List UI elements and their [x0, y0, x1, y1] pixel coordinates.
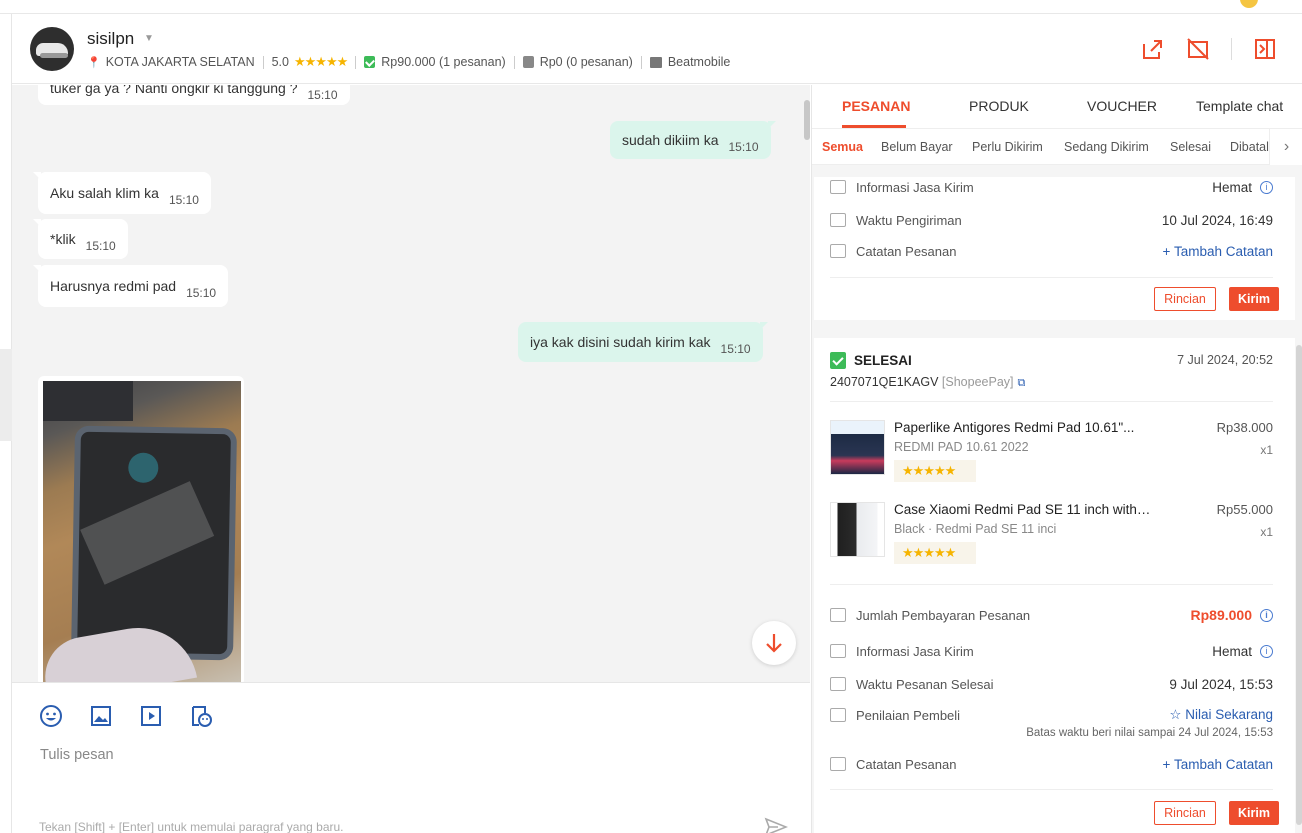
message-incoming: tuker ga ya ? Nanti ongkir ki tanggung ?… [38, 85, 350, 105]
collapse-handle[interactable] [0, 349, 12, 441]
order-date: 7 Jul 2024, 20:52 [1177, 353, 1273, 367]
shipping-info-row: Informasi Jasa Kirim Hemat i [830, 177, 1273, 197]
delivery-time-row: Waktu Pengiriman 10 Jul 2024, 16:49 [830, 210, 1273, 230]
add-note-link[interactable]: + Tambah Catatan [1163, 244, 1273, 259]
order-note-row: Catatan Pesanan + Tambah Catatan [830, 241, 1273, 261]
image-icon[interactable] [88, 703, 114, 729]
info-icon[interactable]: i [1260, 608, 1273, 622]
send-icon[interactable] [764, 817, 788, 833]
shop-name: Beatmobile [667, 55, 731, 69]
location-pin-icon: 📍 [87, 56, 101, 69]
external-link-icon[interactable]: ⧉ [1018, 377, 1026, 389]
info-icon[interactable]: i [1260, 644, 1273, 658]
paid-orders-amount: Rp90.000 [381, 55, 436, 69]
panel-tabs: PESANAN PRODUK VOUCHER Template chat [812, 85, 1302, 129]
calendar-icon [830, 677, 846, 691]
total-payment-row: Jumlah Pembayaran Pesanan Rp89.000 i [830, 605, 1273, 625]
notification-dot [1240, 0, 1258, 8]
product-rating-stars: ★★★★★ [894, 542, 976, 564]
share-icon[interactable] [1139, 36, 1165, 62]
unpaid-orders-amount: Rp0 [539, 55, 563, 69]
active-tab-indicator [842, 125, 906, 128]
chat-messages[interactable]: tuker ga ya ? Nanti ongkir ki tanggung ?… [12, 85, 810, 682]
send-order-button[interactable]: Kirim [1229, 287, 1279, 311]
image-message[interactable] [38, 376, 244, 682]
video-icon[interactable] [138, 703, 164, 729]
store-icon [649, 56, 662, 68]
message-input[interactable]: Tulis pesan [40, 747, 114, 763]
order-status: SELESAI [830, 352, 912, 369]
product-rating-stars: ★★★★★ [894, 460, 976, 482]
subtab-semua[interactable]: Semua [822, 140, 863, 154]
arrow-down-icon [766, 634, 782, 653]
buyer-review-row: Penilaian Pembeli ☆ Nilai Sekarang [830, 705, 1273, 725]
panel-scrollbar[interactable] [1296, 345, 1302, 825]
tab-template-chat[interactable]: Template chat [1196, 98, 1283, 114]
truck-icon [830, 644, 846, 658]
block-user-icon[interactable] [1185, 36, 1211, 62]
order-panel: PESANAN PRODUK VOUCHER Template chat Sem… [811, 85, 1302, 833]
buyer-username[interactable]: sisilpn [87, 29, 134, 49]
rate-now-link[interactable]: ☆ Nilai Sekarang [1169, 707, 1273, 723]
message-incoming: Aku salah klim ka 15:10 [33, 172, 211, 214]
toggle-panel-icon[interactable] [1252, 36, 1278, 62]
truck-icon [830, 180, 846, 194]
sticker-order-icon[interactable] [188, 703, 214, 729]
order-product[interactable]: Case Xiaomi Redmi Pad SE 11 inch with Sm… [830, 502, 1273, 572]
add-note-link[interactable]: + Tambah Catatan [1163, 757, 1273, 772]
buyer-rating: 5.0 [271, 55, 289, 69]
tab-voucher[interactable]: VOUCHER [1087, 98, 1157, 114]
order-card: SELESAI 7 Jul 2024, 20:52 2407071QE1KAGV… [814, 338, 1295, 833]
subtab-selesai[interactable]: Selesai [1170, 140, 1211, 154]
order-note-row: Catatan Pesanan + Tambah Catatan [830, 754, 1273, 774]
order-filter-tabs: Semua Belum Bayar Perlu Dikirim Sedang D… [812, 129, 1302, 165]
product-thumbnail [830, 420, 885, 475]
chat-scrollbar[interactable] [804, 100, 810, 140]
info-icon[interactable]: i [1260, 180, 1273, 194]
window-top-strip [0, 0, 1302, 14]
message-incoming: Harusnya redmi pad 15:10 [32, 265, 229, 307]
review-icon [830, 708, 846, 722]
message-incoming: *klik 15:10 [33, 219, 128, 259]
detail-button[interactable]: Rincian [1154, 287, 1216, 311]
composer-hint: Tekan [Shift] + [Enter] untuk memulai pa… [39, 820, 344, 833]
completed-time-row: Waktu Pesanan Selesai 9 Jul 2024, 15:53 [830, 674, 1273, 694]
paid-orders-count: (1 pesanan) [438, 55, 506, 69]
message-outgoing: iya kak disini sudah kirim kak 15:10 [518, 322, 768, 362]
buyer-location: KOTA JAKARTA SELATAN [105, 55, 255, 69]
emoji-icon[interactable] [38, 703, 64, 729]
left-edge-bar [0, 14, 12, 833]
subtab-perlu-dikirim[interactable]: Perlu Dikirim [972, 140, 1043, 154]
tab-pesanan[interactable]: PESANAN [842, 98, 910, 114]
avatar[interactable] [30, 27, 74, 71]
buyer-meta: 📍 KOTA JAKARTA SELATAN 5.0 ★★★★★ Rp90.00… [87, 54, 730, 70]
note-icon [830, 244, 846, 258]
message-outgoing: sudah dikiim ka 15:10 [610, 121, 776, 159]
product-thumbnail [830, 502, 885, 557]
payment-icon [830, 608, 846, 622]
paid-orders-icon [364, 56, 376, 68]
order-card: Informasi Jasa Kirim Hemat i Waktu Pengir… [814, 177, 1295, 320]
unpaid-orders-icon [522, 56, 534, 68]
subtab-sedang-dikirim[interactable]: Sedang Dikirim [1064, 140, 1149, 154]
completed-check-icon [830, 352, 846, 369]
detail-button[interactable]: Rincian [1154, 801, 1216, 825]
note-icon [830, 757, 846, 771]
tab-produk[interactable]: PRODUK [969, 98, 1029, 114]
chat-header: sisilpn ▼ 📍 KOTA JAKARTA SELATAN 5.0 ★★★… [12, 14, 1302, 84]
order-product[interactable]: Paperlike Antigores Redmi Pad 10.61"... … [830, 420, 1273, 490]
send-order-button[interactable]: Kirim [1229, 801, 1279, 825]
delivery-truck-icon [830, 213, 846, 227]
product-photo[interactable] [43, 381, 241, 682]
chevron-down-icon[interactable]: ▼ [144, 33, 154, 44]
message-composer: Tulis pesan Tekan [Shift] + [Enter] untu… [12, 682, 810, 833]
review-deadline: Batas waktu beri nilai sampai 24 Jul 202… [1026, 727, 1273, 739]
unpaid-orders-count: (0 pesanan) [566, 55, 633, 69]
rating-stars: ★★★★★ [293, 54, 348, 69]
shipping-info-row: Informasi Jasa Kirim Hemat i [830, 641, 1273, 661]
chevron-right-icon[interactable]: › [1269, 129, 1302, 165]
order-id: 2407071QE1KAGV [ShopeePay] ⧉ [830, 375, 1026, 389]
scroll-to-bottom-button[interactable] [752, 621, 796, 665]
subtab-belum-bayar[interactable]: Belum Bayar [881, 140, 953, 154]
